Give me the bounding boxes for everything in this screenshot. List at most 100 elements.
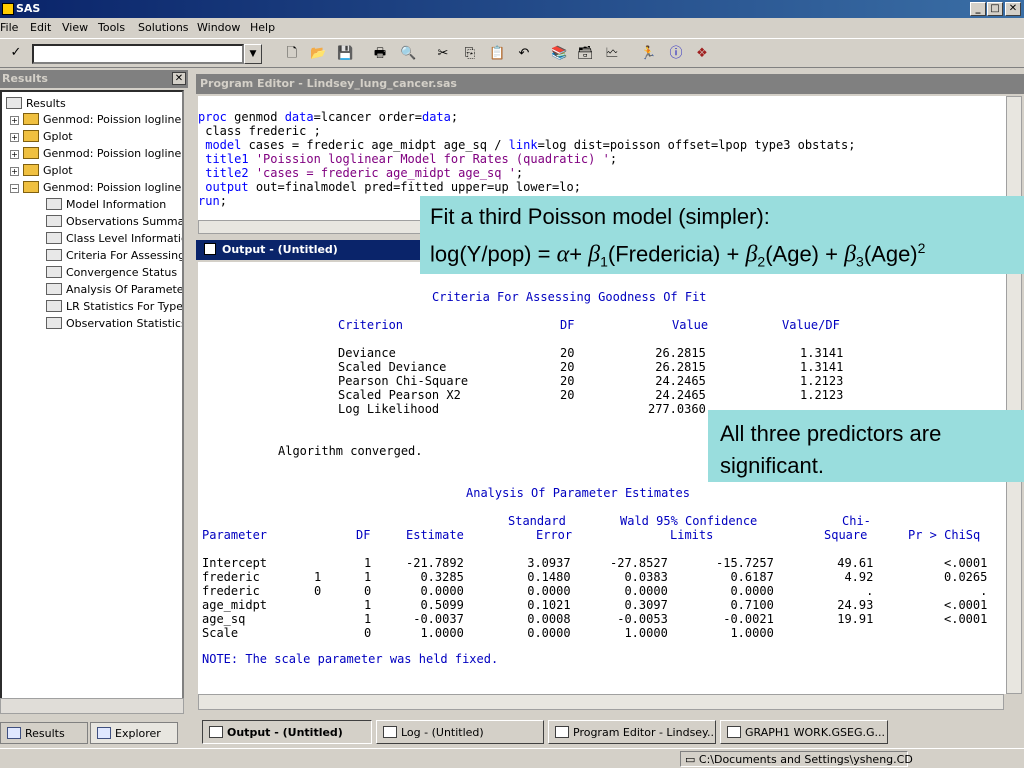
- table-icon: [46, 317, 62, 329]
- help-book-icon[interactable]: ❖: [694, 46, 710, 62]
- pe-pvalue: .: [944, 584, 988, 598]
- task-program-editor[interactable]: Program Editor - Lindsey...: [548, 720, 716, 744]
- menu-tools[interactable]: Tools: [98, 21, 125, 34]
- results-panel-title: Results ✕: [0, 70, 188, 88]
- gof-criterion: Deviance: [338, 346, 396, 360]
- close-button[interactable]: ✕: [1005, 2, 1021, 16]
- command-input[interactable]: [32, 44, 244, 64]
- command-dropdown-icon[interactable]: ▼: [244, 44, 262, 64]
- tree-child-analysis-of-parameters[interactable]: Analysis Of Paramete: [46, 282, 182, 298]
- pe-header-parameter: Parameter: [202, 528, 268, 542]
- log-task-icon: [383, 726, 397, 738]
- tree-child-class-level-information[interactable]: Class Level Informatic: [46, 231, 182, 247]
- submit-command-button[interactable]: ✓: [4, 45, 28, 63]
- pe-lower: 0.3097: [610, 598, 668, 612]
- gof-header-value: Value: [672, 318, 709, 332]
- task-output[interactable]: Output - (Untitled): [202, 720, 372, 744]
- gof-value-df: 1.3141: [800, 346, 844, 360]
- menu-solutions[interactable]: Solutions: [138, 21, 189, 34]
- pe-stderr: 0.0008: [520, 612, 571, 626]
- collapse-minus-icon[interactable]: −: [10, 184, 19, 193]
- table-icon: [46, 249, 62, 261]
- paste-icon[interactable]: 📋: [489, 46, 505, 62]
- folder-icon: [23, 130, 39, 142]
- predictors-callout: All three predictors are significant.: [708, 410, 1024, 482]
- pe-pvalue: [944, 626, 987, 640]
- expand-plus-icon[interactable]: +: [10, 116, 19, 125]
- tree-child-convergence-status[interactable]: Convergence Status: [46, 265, 177, 281]
- pe-header-limits: Limits: [670, 528, 714, 542]
- window-taskbar: Output - (Untitled) Log - (Untitled) Pro…: [196, 718, 1024, 746]
- tree-item-genmod-3[interactable]: − Genmod: Poission loglinea: [10, 180, 182, 196]
- maximize-button[interactable]: □: [987, 2, 1003, 16]
- gof-df: 20: [560, 388, 575, 402]
- pe-chisq: .: [830, 584, 874, 598]
- task-log[interactable]: Log - (Untitled): [376, 720, 544, 744]
- tree-child-lr-statistics[interactable]: LR Statistics For Type: [46, 299, 182, 315]
- output-horizontal-scrollbar[interactable]: [198, 694, 1004, 710]
- results-horizontal-scrollbar[interactable]: [0, 698, 184, 714]
- pe-header-standard: Standard: [508, 514, 566, 528]
- pe-parameter: Intercept: [202, 556, 268, 570]
- tree-child-observations-summary[interactable]: Observations Summar: [46, 214, 182, 230]
- menu-window[interactable]: Window: [197, 21, 240, 34]
- gof-df: 20: [560, 346, 575, 360]
- pe-stderr: 0.1021: [520, 598, 571, 612]
- open-folder-icon[interactable]: 📂: [310, 46, 326, 62]
- pe-level: 0: [314, 584, 322, 598]
- results-tree: Results + Genmod: Poission loglinea + Gplo…: [0, 90, 184, 702]
- tree-item-gplot-1[interactable]: + Gplot: [10, 129, 73, 145]
- tree-item-genmod-2[interactable]: + Genmod: Poission loglinea: [10, 146, 182, 162]
- pe-upper: 0.0000: [716, 584, 774, 598]
- explorer-icon[interactable]: 🗃: [577, 46, 594, 62]
- break-icon[interactable]: ⓘ: [668, 46, 684, 62]
- tab-results[interactable]: Results: [0, 722, 88, 744]
- minimize-button[interactable]: _: [970, 2, 986, 16]
- pe-chisq: 4.92: [830, 570, 874, 584]
- task-graph[interactable]: GRAPH1 WORK.GSEG.G...: [720, 720, 888, 744]
- menu-view[interactable]: View: [62, 21, 88, 34]
- save-icon[interactable]: 💾: [337, 46, 353, 62]
- editor-task-icon: [555, 726, 569, 738]
- pe-lower: 1.0000: [610, 626, 668, 640]
- results-close-icon[interactable]: ✕: [172, 72, 186, 85]
- tree-child-criteria[interactable]: Criteria For Assessing: [46, 248, 182, 264]
- pe-title: Analysis Of Parameter Estimates: [466, 486, 690, 500]
- pe-parameter: frederic: [202, 570, 260, 584]
- results-icon[interactable]: 🗠: [604, 46, 620, 62]
- expand-plus-icon[interactable]: +: [10, 167, 19, 176]
- run-icon[interactable]: 🏃: [640, 46, 656, 62]
- tree-item-genmod-1[interactable]: + Genmod: Poission loglinea: [10, 112, 182, 128]
- pe-df: 1: [364, 556, 372, 570]
- tree-child-model-information[interactable]: Model Information: [46, 197, 166, 213]
- menu-edit[interactable]: Edit: [30, 21, 51, 34]
- menu-bar: File Edit View Tools Solutions Window He…: [0, 18, 1024, 38]
- sas-app-icon: [2, 3, 14, 15]
- table-icon: [46, 300, 62, 312]
- print-preview-icon[interactable]: 🔍: [400, 46, 416, 62]
- gof-header-value-df: Value/DF: [782, 318, 840, 332]
- menu-file[interactable]: File: [0, 21, 18, 34]
- new-file-icon[interactable]: 🗋: [284, 46, 300, 62]
- undo-icon[interactable]: ↶: [516, 46, 532, 62]
- pe-estimate: 1.0000: [406, 626, 464, 640]
- expand-plus-icon[interactable]: +: [10, 150, 19, 159]
- copy-icon[interactable]: ⎘: [462, 46, 478, 62]
- pe-level: 1: [314, 570, 322, 584]
- pe-stderr: 0.0000: [520, 584, 571, 598]
- print-icon[interactable]: 🖶: [372, 46, 388, 62]
- folder-icon: [23, 147, 39, 159]
- results-panel: Results ✕ Results + Genmod: Poission logl…: [0, 70, 188, 720]
- tree-child-observation-statistics[interactable]: Observation Statistics: [46, 316, 182, 332]
- tree-root-results[interactable]: Results: [6, 96, 66, 112]
- pe-chisq: 19.91: [830, 612, 874, 626]
- tree-item-gplot-2[interactable]: + Gplot: [10, 163, 73, 179]
- cut-icon[interactable]: ✂: [435, 46, 451, 62]
- tab-explorer[interactable]: Explorer: [90, 722, 178, 744]
- current-directory[interactable]: ▭ C:\Documents and Settings\ysheng.CD: [680, 751, 913, 767]
- libraries-icon[interactable]: 📚: [551, 46, 567, 62]
- pe-header-pr: Pr > ChiSq: [908, 528, 981, 542]
- expand-plus-icon[interactable]: +: [10, 133, 19, 142]
- menu-help[interactable]: Help: [250, 21, 275, 34]
- graph-task-icon: [727, 726, 741, 738]
